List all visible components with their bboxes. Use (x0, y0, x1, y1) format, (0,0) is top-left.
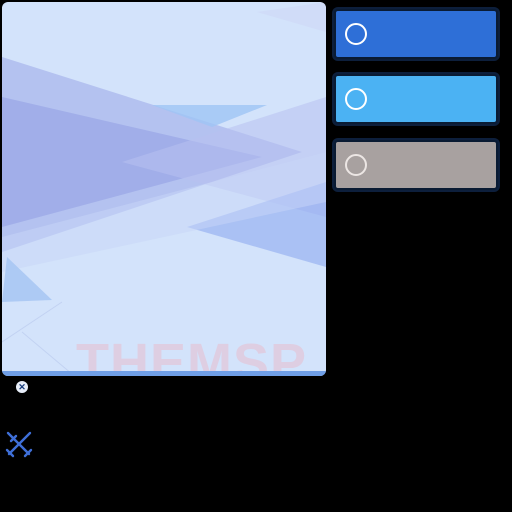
watermark-text: THEMSP (76, 333, 308, 376)
radio-indicator[interactable] (345, 154, 367, 176)
preview-background-art (2, 2, 326, 375)
crossed-swords-icon[interactable] (5, 430, 33, 458)
theme-swatch-gray[interactable] (334, 140, 498, 190)
close-icon[interactable]: ✕ (16, 381, 28, 393)
theme-swatch-blue[interactable] (334, 9, 498, 59)
radio-indicator[interactable] (345, 23, 367, 45)
theme-swatch-light-blue[interactable] (334, 74, 498, 124)
preview-bottom-bar (2, 371, 326, 376)
theme-preview[interactable]: THEMSP (2, 2, 326, 376)
radio-indicator[interactable] (345, 88, 367, 110)
